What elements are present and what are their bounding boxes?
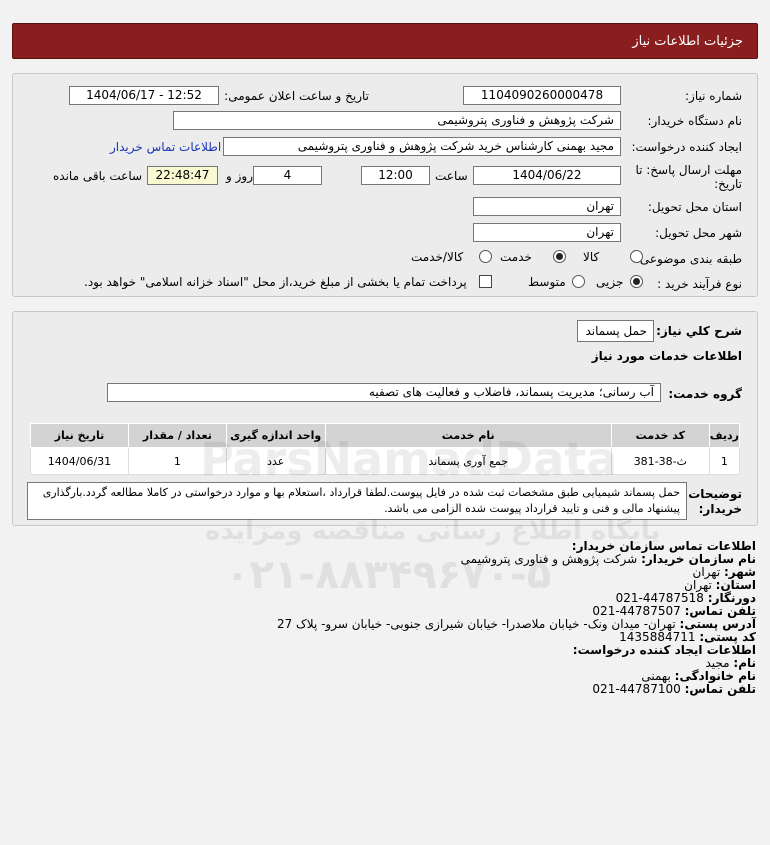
col-header-unit: واحد اندازه گیری bbox=[225, 423, 326, 448]
cell-name: جمع آوری پسماند bbox=[324, 447, 612, 475]
days-field: 4 bbox=[253, 166, 322, 185]
process-option-medium: متوسط bbox=[528, 275, 566, 289]
category-option-goods: کالا bbox=[583, 250, 600, 264]
buyer-org-label: نام دستگاه خریدار: bbox=[647, 114, 743, 128]
remaining-time-field: 22:48:47 bbox=[147, 166, 218, 185]
cell-code: ث-38-381 bbox=[610, 447, 710, 475]
service-group-label: گروه خدمت: bbox=[668, 387, 742, 401]
deadline-label-date: تاریخ: bbox=[714, 177, 742, 191]
page-title: جزئیات اطلاعات نیاز bbox=[632, 34, 743, 49]
col-header-qty: تعداد / مقدار bbox=[127, 423, 227, 448]
treasury-checkbox[interactable] bbox=[479, 275, 492, 288]
need-number-field: 1104090260000478 bbox=[463, 86, 621, 105]
province-label: استان محل تحویل: bbox=[647, 200, 742, 214]
creator-phone-line: تلفن تماس: 021-44787100 bbox=[592, 682, 756, 696]
category-label: طبقه بندی موضوعی: bbox=[635, 252, 742, 266]
deadline-label: مهلت ارسال پاسخ: تا bbox=[635, 163, 742, 177]
category-radio-goods-service[interactable] bbox=[479, 250, 492, 263]
category-radio-service[interactable] bbox=[553, 250, 566, 263]
cell-row: 1 bbox=[708, 447, 741, 475]
deadline-date-field: 1404/06/22 bbox=[473, 166, 621, 185]
service-group-field: آب رسانی؛ مدیریت پسماند، فاضلاب و فعالیت… bbox=[107, 383, 661, 402]
page-header: جزئیات اطلاعات نیاز bbox=[12, 23, 758, 59]
remaining-label: ساعت باقی مانده bbox=[53, 169, 143, 183]
creator-label: ایجاد کننده درخواست: bbox=[631, 140, 742, 154]
process-option-minor: جزیی bbox=[596, 275, 624, 289]
buyer-notes-field: حمل پسماند شیمیایی طبق مشخصات ثبت شده در… bbox=[27, 482, 687, 520]
col-header-row: ردیف bbox=[708, 423, 741, 448]
contact-section: اطلاعات تماس سازمان خریدار: نام سازمان خ… bbox=[277, 540, 756, 696]
city-label: شهر محل تحویل: bbox=[655, 226, 742, 240]
buyer-notes-label: توضیحات bbox=[688, 487, 742, 501]
process-label: نوع فرآیند خرید : bbox=[657, 277, 742, 291]
process-radio-medium[interactable] bbox=[572, 275, 585, 288]
days-label: روز و bbox=[226, 169, 253, 183]
col-header-code: کد خدمت bbox=[610, 423, 710, 448]
cell-qty: 1 bbox=[127, 447, 227, 475]
category-radio-goods[interactable] bbox=[630, 250, 643, 263]
need-number-label: شماره نیاز: bbox=[685, 89, 742, 103]
table-row: 1 ث-38-381 جمع آوری پسماند عدد 1 1404/06… bbox=[30, 447, 741, 475]
buyer-contact-link[interactable]: اطلاعات تماس خریدار bbox=[110, 140, 221, 154]
services-title: اطلاعات خدمات مورد نیاز bbox=[591, 349, 742, 363]
process-radio-minor[interactable] bbox=[630, 275, 643, 288]
buyer-notes-label-2: خریدار: bbox=[698, 502, 742, 516]
key-desc-field: حمل پسماند bbox=[577, 320, 654, 342]
key-desc-label: شرح کلي نياز: bbox=[656, 324, 742, 338]
announce-label: تاریخ و ساعت اعلان عمومی: bbox=[224, 89, 369, 103]
category-option-service: خدمت bbox=[500, 250, 532, 264]
col-header-name: نام خدمت bbox=[324, 423, 612, 448]
services-table: ردیف کد خدمت نام خدمت واحد اندازه گیری ت… bbox=[30, 423, 741, 475]
payment-note: پرداخت تمام یا بخشی از مبلغ خرید،از محل … bbox=[84, 275, 467, 289]
creator-field: مجید بهمنی کارشناس خرید شرکت پژوهش و فنا… bbox=[223, 137, 621, 156]
deadline-time-field: 12:00 bbox=[361, 166, 430, 185]
col-header-date: تاریخ نیاز bbox=[30, 423, 129, 448]
cell-unit: عدد bbox=[225, 447, 326, 475]
buyer-org-field: شرکت پژوهش و فناوری پتروشیمی bbox=[173, 111, 621, 130]
cell-date: 1404/06/31 bbox=[30, 447, 129, 475]
org-name-line: نام سازمان خریدار: شرکت پژوهش و فناوری پ… bbox=[460, 552, 756, 566]
province-field: تهران bbox=[473, 197, 621, 216]
city-field: تهران bbox=[473, 223, 621, 242]
category-option-goods-service: کالا/خدمت bbox=[411, 250, 464, 264]
time-label: ساعت bbox=[435, 169, 468, 183]
creator-section-title: اطلاعات ایجاد کننده درخواست: bbox=[572, 643, 756, 657]
announce-field: 1404/06/17 - 12:52 bbox=[69, 86, 219, 105]
